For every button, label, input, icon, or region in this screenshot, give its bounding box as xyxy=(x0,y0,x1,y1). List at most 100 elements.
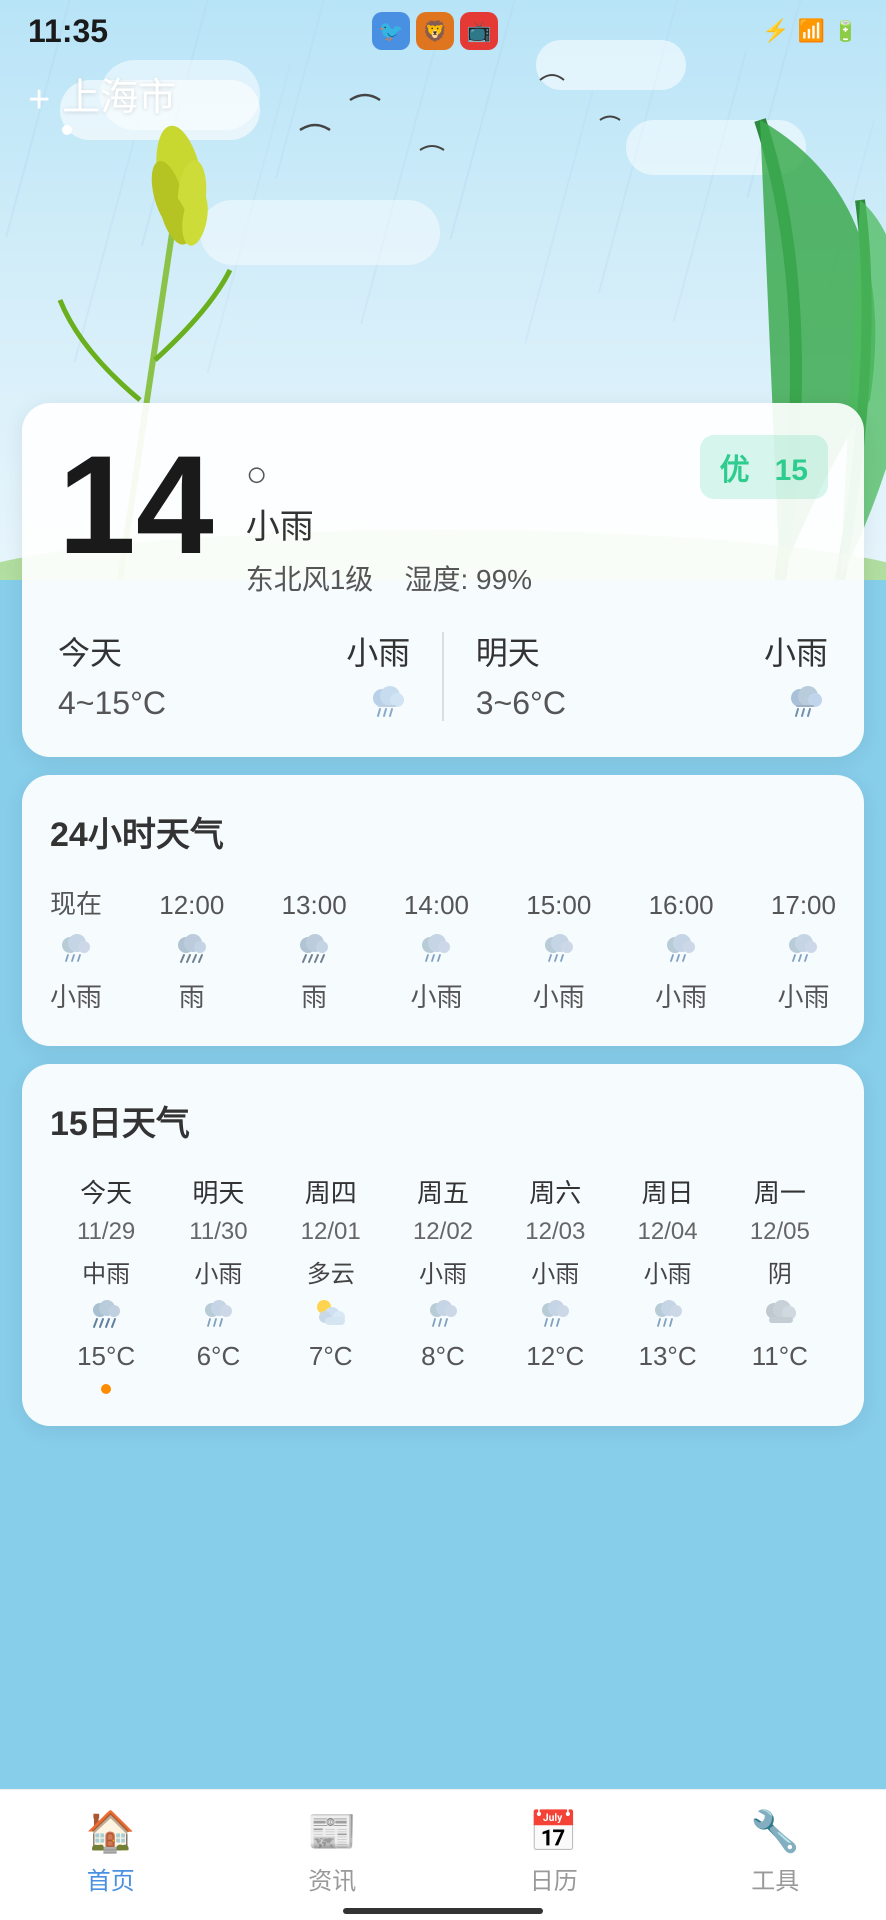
today-tomorrow-section: 今天 小雨 4~15°C xyxy=(58,628,828,725)
hour-desc-6: 小雨 xyxy=(777,977,829,1014)
hourly-items: 现在 小雨 12:00 xyxy=(50,884,836,1014)
nav-item-home[interactable]: 🏠 首页 xyxy=(0,1808,222,1896)
daily-grid: 今天 11/29 中雨 15°C 明天 11/30 xyxy=(50,1173,836,1394)
hour-icon-5 xyxy=(659,931,703,967)
today-weather: 小雨 xyxy=(346,628,410,674)
calendar-icon: 📅 xyxy=(529,1808,579,1855)
daily-temp-2: 7°C xyxy=(309,1341,353,1372)
daily-icon-1 xyxy=(197,1297,239,1333)
nav-label-news: 资讯 xyxy=(308,1861,356,1896)
daily-temp-1: 6°C xyxy=(197,1341,241,1372)
wind-label: 东北风1级 xyxy=(246,564,374,595)
home-icon: 🏠 xyxy=(86,1808,136,1855)
daily-date-3: 12/02 xyxy=(413,1218,473,1246)
humidity-label: 湿度: 99% xyxy=(404,564,532,595)
degree-symbol: ○ xyxy=(246,453,676,495)
daily-dow-5: 周日 xyxy=(642,1173,694,1210)
daily-card: 15日天气 今天 11/29 中雨 15°C xyxy=(22,1064,864,1426)
hour-item-5: 16:00 小雨 xyxy=(649,890,714,1014)
daily-dow-4: 周六 xyxy=(529,1173,581,1210)
tomorrow-weather: 小雨 xyxy=(764,628,828,674)
status-icons: ⚡ 📶 🔋 xyxy=(762,18,858,44)
today-temp: 4~15°C xyxy=(58,685,166,722)
tomorrow-temp: 3~6°C xyxy=(476,685,566,722)
hour-desc-0: 小雨 xyxy=(50,977,102,1014)
nav-item-news[interactable]: 📰 资讯 xyxy=(222,1808,444,1896)
main-content: 14 ○ 小雨 东北风1级 湿度: 99% 优 15 今天 xyxy=(0,403,886,1584)
weather-detail: ○ 小雨 东北风1级 湿度: 99% xyxy=(246,435,676,598)
daily-date-1: 11/30 xyxy=(189,1218,247,1246)
aqi-badge: 优 15 xyxy=(700,435,828,499)
hour-desc-1: 雨 xyxy=(179,977,205,1014)
daily-icon-0 xyxy=(85,1297,127,1333)
today-section: 今天 小雨 4~15°C xyxy=(58,628,442,725)
add-city-button[interactable]: + xyxy=(28,79,50,122)
hour-time-5: 16:00 xyxy=(649,890,714,921)
hourly-card: 24小时天气 现在 小雨 12:00 xyxy=(22,775,864,1046)
daily-col-1: 明天 11/30 小雨 6°C xyxy=(162,1173,274,1394)
hour-time-3: 14:00 xyxy=(404,890,469,921)
daily-col-0: 今天 11/29 中雨 15°C xyxy=(50,1173,162,1394)
daily-dow-6: 周一 xyxy=(754,1173,806,1210)
current-weather-card: 14 ○ 小雨 东北风1级 湿度: 99% 优 15 今天 xyxy=(22,403,864,757)
daily-dow-2: 周四 xyxy=(305,1173,357,1210)
hour-item-2: 13:00 雨 xyxy=(282,890,347,1014)
daily-temp-3: 8°C xyxy=(421,1341,465,1372)
daily-date-2: 12/01 xyxy=(301,1218,361,1246)
daily-weather-4: 小雨 xyxy=(531,1254,579,1289)
daily-temp-4: 12°C xyxy=(526,1341,584,1372)
daily-temp-5: 13°C xyxy=(639,1341,697,1372)
notification-icons: 🐦 🦁 📺 xyxy=(372,12,498,50)
nav-item-calendar[interactable]: 📅 日历 xyxy=(443,1808,665,1896)
bottom-nav: 🏠 首页 📰 资讯 📅 日历 🔧 工具 xyxy=(0,1789,886,1920)
aqi-level: 优 xyxy=(720,454,750,487)
tomorrow-section: 明天 小雨 3~6°C xyxy=(444,628,828,725)
hour-icon-2 xyxy=(292,931,336,967)
tomorrow-label: 明天 xyxy=(476,628,540,674)
tomorrow-weather-icon xyxy=(782,682,828,725)
nav-item-tools[interactable]: 🔧 工具 xyxy=(665,1808,886,1896)
hour-item-1: 12:00 雨 xyxy=(159,890,224,1014)
hourly-title: 24小时天气 xyxy=(50,807,836,856)
daily-weather-0: 中雨 xyxy=(82,1254,130,1289)
daily-col-2: 周四 12/01 多云 7°C xyxy=(275,1173,387,1394)
daily-icon-4 xyxy=(534,1297,576,1333)
hour-time-1: 12:00 xyxy=(159,890,224,921)
daily-date-5: 12/04 xyxy=(638,1218,698,1246)
hour-item-3: 14:00 小雨 xyxy=(404,890,469,1014)
aqi-value: 15 xyxy=(775,454,808,487)
daily-weather-6: 阴 xyxy=(768,1254,792,1289)
daily-temp-0: 15°C xyxy=(77,1341,135,1372)
hour-time-4: 15:00 xyxy=(526,890,591,921)
daily-dow-0: 今天 xyxy=(80,1173,132,1210)
hour-icon-4 xyxy=(537,931,581,967)
today-indicator-dot xyxy=(101,1384,111,1394)
daily-col-6: 周一 12/05 阴 11°C xyxy=(724,1173,836,1394)
home-indicator xyxy=(343,1908,543,1914)
wifi-icon: 📶 xyxy=(798,18,825,44)
news-icon: 📰 xyxy=(307,1808,357,1855)
hour-item-6: 17:00 小雨 xyxy=(771,890,836,1014)
daily-col-4: 周六 12/03 小雨 12°C xyxy=(499,1173,611,1394)
weather-wind-humidity: 东北风1级 湿度: 99% xyxy=(246,558,676,598)
daily-col-3: 周五 12/02 小雨 8°C xyxy=(387,1173,499,1394)
city-header: + 上海市 xyxy=(0,58,886,143)
hour-item-4: 15:00 小雨 xyxy=(526,890,591,1014)
tools-icon: 🔧 xyxy=(750,1808,800,1855)
hour-desc-5: 小雨 xyxy=(655,977,707,1014)
hour-icon-0 xyxy=(54,931,98,967)
status-time: 11:35 xyxy=(28,13,108,50)
daily-icon-2 xyxy=(310,1297,352,1333)
daily-date-6: 12/05 xyxy=(750,1218,810,1246)
temperature-display: 14 xyxy=(58,435,214,575)
hour-time-0: 现在 xyxy=(50,884,102,921)
hour-desc-4: 小雨 xyxy=(533,977,585,1014)
daily-weather-1: 小雨 xyxy=(194,1254,242,1289)
notif-icon-3: 📺 xyxy=(460,12,498,50)
daily-col-5: 周日 12/04 小雨 13°C xyxy=(611,1173,723,1394)
daily-date-0: 11/29 xyxy=(77,1218,135,1246)
weather-description: 小雨 xyxy=(246,499,676,548)
hour-time-6: 17:00 xyxy=(771,890,836,921)
hour-icon-1 xyxy=(170,931,214,967)
hour-desc-2: 雨 xyxy=(301,977,327,1014)
